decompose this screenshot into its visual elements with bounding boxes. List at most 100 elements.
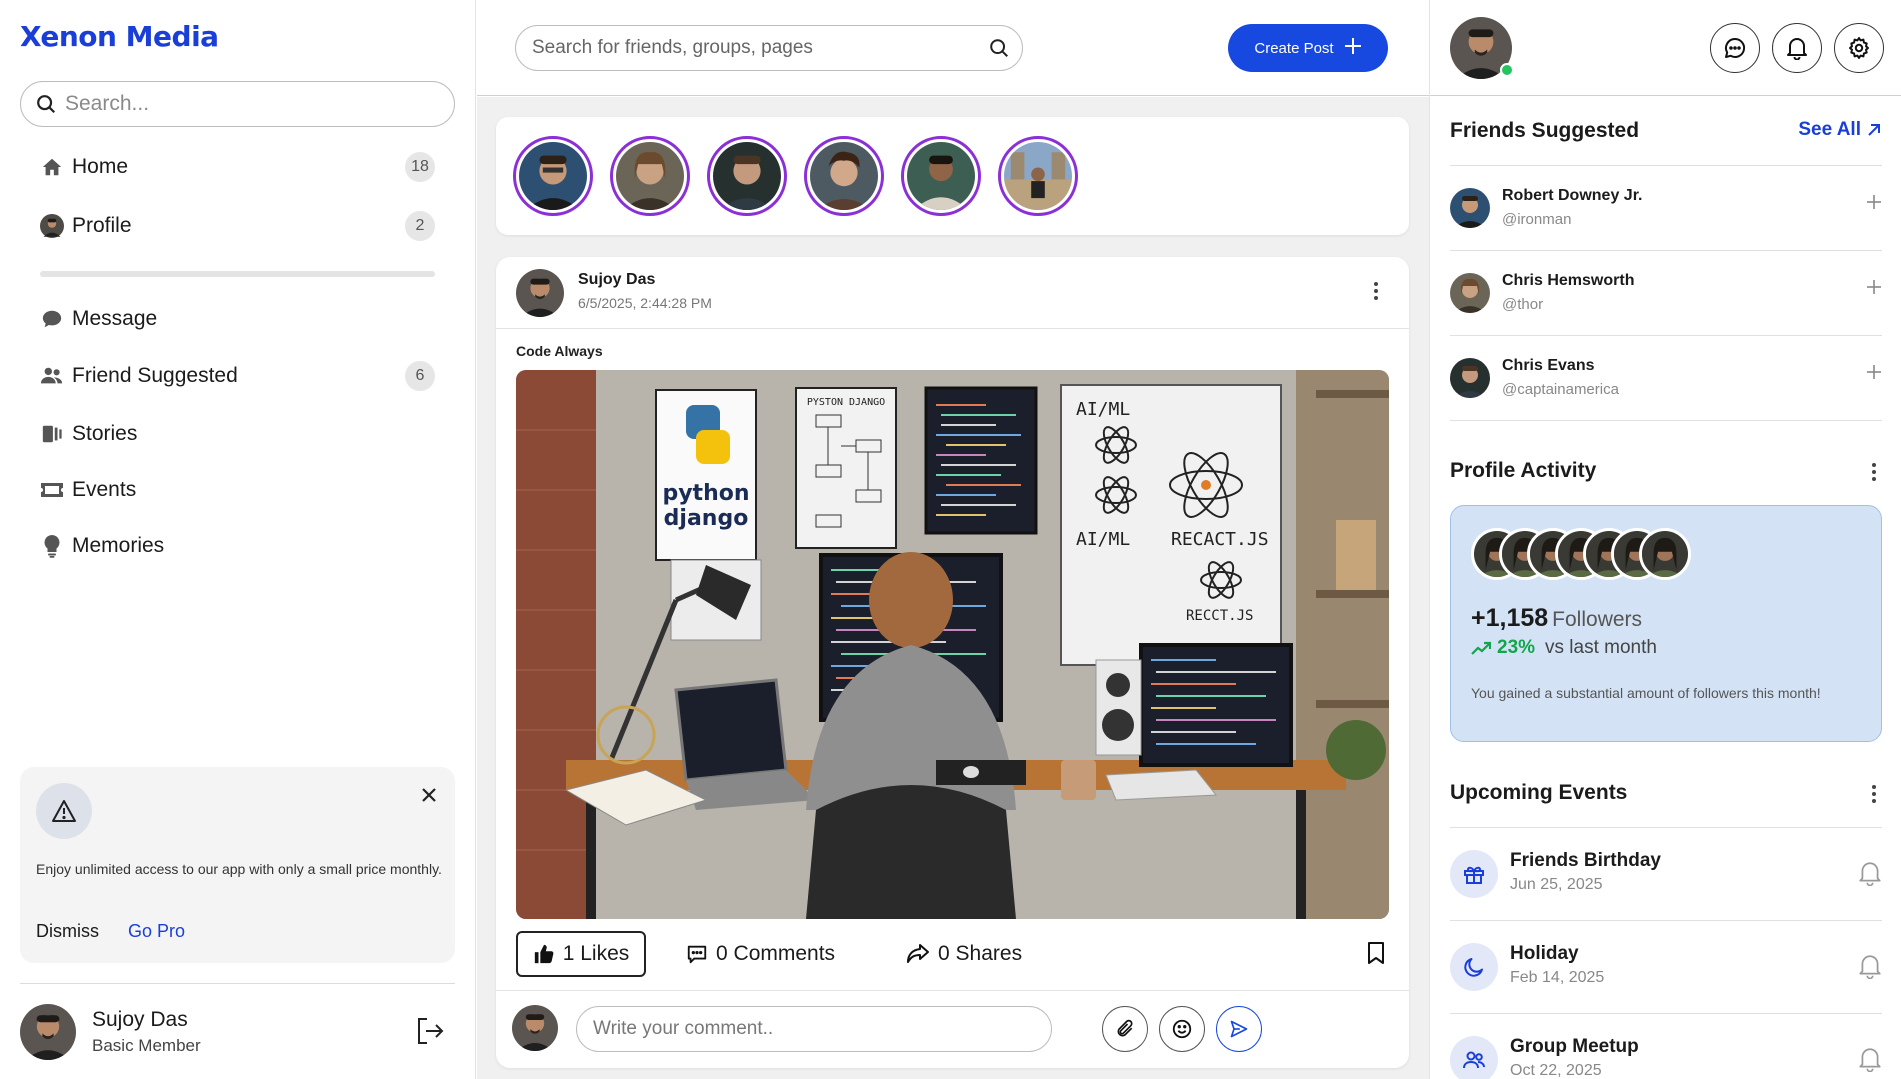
story-avatar[interactable]	[998, 136, 1078, 216]
friend-name: Robert Downey Jr.	[1502, 187, 1643, 204]
friend-name: Chris Evans	[1502, 357, 1595, 374]
chat-icon	[1725, 37, 1746, 58]
followers-growth: 23% vs last month	[1471, 637, 1657, 659]
moon-icon	[1450, 943, 1498, 991]
profile-activity-title: Profile Activity	[1450, 459, 1597, 482]
friends-suggested-title: Friends Suggested	[1450, 119, 1640, 142]
send-button[interactable]	[1216, 1006, 1262, 1052]
close-icon[interactable]	[421, 787, 437, 808]
sidebar-item-label: Message	[72, 307, 158, 330]
comments-button[interactable]: 0 Comments	[686, 931, 835, 977]
more-vertical-icon[interactable]	[1871, 784, 1877, 809]
event-item[interactable]: Holiday Feb 14, 2025	[1450, 921, 1882, 1013]
group-icon	[1450, 1036, 1498, 1079]
python-text: python	[662, 481, 749, 506]
send-icon	[1230, 1020, 1248, 1038]
global-search-input[interactable]	[532, 37, 972, 59]
avatar	[1004, 142, 1072, 210]
avatar	[907, 142, 975, 210]
django-text: django	[664, 506, 749, 531]
notifications-button[interactable]	[1772, 23, 1822, 73]
search-icon[interactable]	[988, 37, 1010, 64]
go-pro-button[interactable]: Go Pro	[128, 921, 185, 942]
dismiss-button[interactable]: Dismiss	[36, 921, 99, 942]
add-friend-plus-icon[interactable]	[1866, 279, 1882, 300]
more-vertical-icon[interactable]	[1871, 462, 1877, 487]
story-avatar[interactable]	[513, 136, 593, 216]
brand-logo[interactable]: Xenon Media	[20, 20, 219, 53]
warning-icon	[36, 783, 92, 839]
friends-count-badge: 6	[405, 361, 435, 391]
developer-desk-illustration: python django PYSTON DJANGO AI/ML AI/ML …	[516, 370, 1389, 919]
event-item[interactable]: Group Meetup Oct 22, 2025	[1450, 1014, 1882, 1079]
likes-label: Likes	[580, 942, 630, 965]
trend-up-icon	[1471, 641, 1491, 655]
sidebar-item-label: Friend Suggested	[72, 364, 238, 387]
emoji-button[interactable]	[1159, 1006, 1205, 1052]
search-icon	[37, 95, 56, 114]
avatar[interactable]	[516, 269, 564, 317]
friend-suggestion-item[interactable]: Chris Hemsworth @thor	[1450, 251, 1882, 335]
post-card: Sujoy Das 6/5/2025, 2:44:28 PM Code Alwa…	[496, 257, 1409, 1068]
sidebar-item-friend-suggested[interactable]: Friend Suggested 6	[40, 354, 435, 398]
see-all-label: See All	[1798, 119, 1861, 140]
story-avatar[interactable]	[901, 136, 981, 216]
avatar	[1450, 358, 1490, 398]
gift-icon	[1450, 850, 1498, 898]
stories-bar	[496, 117, 1409, 235]
event-name: Holiday	[1510, 943, 1579, 964]
share-button[interactable]: 0 Shares	[906, 931, 1022, 977]
sidebar-item-stories[interactable]: Stories	[40, 412, 435, 456]
ticket-icon	[40, 478, 64, 502]
share-icon	[907, 944, 929, 963]
see-all-link[interactable]: See All	[1798, 119, 1881, 141]
bookmark-icon[interactable]	[1367, 942, 1385, 969]
gear-icon	[1849, 37, 1869, 59]
story-avatar[interactable]	[610, 136, 690, 216]
create-post-button[interactable]: Create Post	[1228, 24, 1388, 72]
add-friend-plus-icon[interactable]	[1866, 364, 1882, 385]
stories-icon	[40, 422, 64, 446]
attach-button[interactable]	[1102, 1006, 1148, 1052]
messages-button[interactable]	[1710, 23, 1760, 73]
right-sidebar: Friends Suggested See All Robert Downey …	[1429, 0, 1901, 1079]
post-header: Sujoy Das 6/5/2025, 2:44:28 PM	[496, 257, 1409, 329]
bell-icon[interactable]	[1858, 1046, 1882, 1077]
growth-label: vs last month	[1545, 637, 1657, 658]
friend-suggestion-item[interactable]: Chris Evans @captainamerica	[1450, 336, 1882, 420]
shares-label: Shares	[955, 942, 1023, 965]
sidebar-item-profile[interactable]: Profile 2	[40, 204, 435, 248]
story-avatar[interactable]	[804, 136, 884, 216]
avatar	[616, 142, 684, 210]
avatar	[512, 1005, 558, 1051]
friend-handle: @captainamerica	[1502, 381, 1619, 398]
event-name: Group Meetup	[1510, 1036, 1639, 1057]
add-friend-plus-icon[interactable]	[1866, 194, 1882, 215]
sidebar-item-home[interactable]: Home 18	[40, 145, 435, 189]
comment-composer	[496, 990, 1409, 1068]
sidebar-item-events[interactable]: Events	[40, 468, 435, 512]
sidebar-item-message[interactable]: Message	[40, 297, 435, 341]
sidebar-search-input[interactable]	[65, 92, 425, 116]
more-vertical-icon[interactable]	[1373, 281, 1379, 306]
post-timestamp: 6/5/2025, 2:44:28 PM	[578, 295, 712, 311]
post-author[interactable]: Sujoy Das	[578, 271, 655, 289]
lightbulb-icon	[40, 534, 64, 558]
post-image[interactable]: python django PYSTON DJANGO AI/ML AI/ML …	[516, 370, 1389, 919]
logout-icon[interactable]	[415, 1016, 445, 1051]
friend-suggestion-item[interactable]: Robert Downey Jr. @ironman	[1450, 166, 1882, 250]
bell-icon	[1787, 38, 1807, 60]
comment-input[interactable]	[576, 1006, 1052, 1052]
thumbs-up-icon	[534, 944, 554, 964]
bell-icon[interactable]	[1858, 860, 1882, 891]
avatar[interactable]	[20, 1004, 76, 1060]
event-item[interactable]: Friends Birthday Jun 25, 2025	[1450, 828, 1882, 920]
settings-button[interactable]	[1834, 23, 1884, 73]
chat-bubble-icon	[40, 307, 64, 331]
sidebar-item-memories[interactable]: Memories	[40, 524, 435, 568]
bell-icon[interactable]	[1858, 953, 1882, 984]
like-button[interactable]: 1 Likes	[516, 931, 646, 977]
story-avatar[interactable]	[707, 136, 787, 216]
sidebar-item-label: Memories	[72, 534, 165, 557]
current-user-card: Sujoy Das Basic Member	[20, 1004, 455, 1060]
